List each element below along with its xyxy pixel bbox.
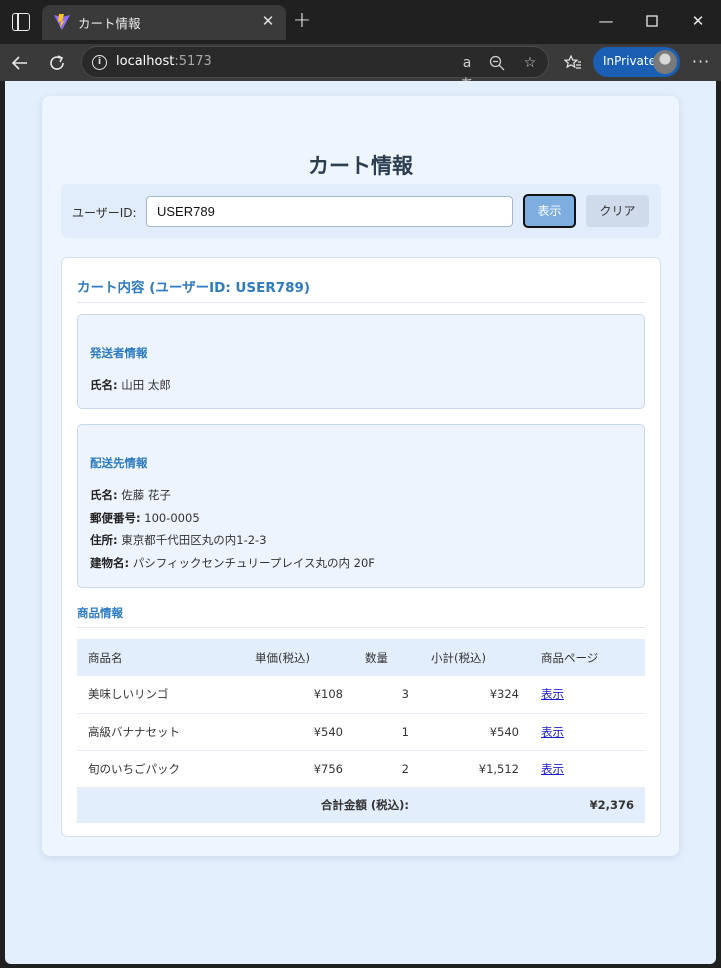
browser-tab-bar: カート情報 ✕ + — ✕	[0, 0, 721, 44]
product-name: 高級バナナセット	[77, 713, 244, 751]
page-title: カート情報	[308, 154, 413, 178]
recipient-title: 配送先情報	[90, 456, 148, 470]
inprivate-label: InPrivate	[603, 54, 656, 68]
favorites-icon[interactable]	[559, 49, 587, 77]
divider	[77, 627, 645, 628]
subtotal: ¥1,512	[420, 750, 530, 788]
zoom-out-icon[interactable]	[486, 52, 508, 74]
table-row: 高級バナナセット ¥540 1 ¥540 表示	[77, 713, 645, 751]
sender-info-box: 発送者情報 氏名: 山田 太郎	[77, 314, 645, 409]
column-header: 単価(税込)	[244, 639, 354, 676]
recipient-name: 氏名: 佐藤 花子	[90, 488, 171, 502]
close-window-icon[interactable]: ✕	[683, 8, 713, 34]
site-info-icon[interactable]: i	[92, 55, 107, 70]
favorite-star-icon[interactable]: ☆	[519, 52, 541, 74]
product-page-cell: 表示	[530, 750, 645, 788]
window-bottom-edge	[0, 964, 721, 968]
total-value: ¥2,376	[420, 787, 645, 823]
recipient-building: 建物名: パシフィックセンチュリープレイス丸の内 20F	[90, 556, 375, 570]
maximize-icon[interactable]	[637, 8, 667, 34]
product-page-link[interactable]: 表示	[541, 762, 564, 776]
read-aloud-icon[interactable]: aあ	[456, 52, 478, 93]
tab-title: カート情報	[78, 16, 141, 31]
page-viewport: カート情報 ユーザーID: 表示 クリア カート内容 (ユーザーID: USER…	[5, 81, 716, 964]
recipient-postal-code: 郵便番号: 100-0005	[90, 511, 200, 525]
clear-button[interactable]: クリア	[586, 195, 649, 227]
more-options-icon[interactable]: ···	[688, 49, 714, 77]
recipient-address: 住所: 東京都千代田区丸の内1-2-3	[90, 533, 267, 547]
column-header: 数量	[354, 639, 420, 676]
quantity: 2	[354, 750, 420, 788]
browser-tab[interactable]: カート情報 ✕	[42, 5, 286, 40]
total-label: 合計金額 (税込):	[77, 787, 420, 823]
table-row: 美味しいリンゴ ¥108 3 ¥324 表示	[77, 676, 645, 714]
product-page-link[interactable]: 表示	[541, 725, 564, 739]
recipient-info-box: 配送先情報 氏名: 佐藤 花子 郵便番号: 100-0005 住所: 東京都千代…	[77, 424, 645, 588]
products-title: 商品情報	[77, 606, 123, 620]
address-bar[interactable]: i localhost:5173 aあ ☆	[81, 46, 549, 93]
profile-avatar	[653, 50, 677, 74]
cart-heading: カート内容 (ユーザーID: USER789)	[77, 280, 311, 296]
product-page-link[interactable]: 表示	[541, 687, 564, 701]
subtotal: ¥324	[420, 676, 530, 714]
refresh-icon[interactable]	[43, 49, 71, 77]
new-tab-icon[interactable]: +	[290, 10, 314, 34]
product-page-cell: 表示	[530, 713, 645, 751]
url-text: localhost:5173	[116, 54, 212, 69]
divider	[77, 302, 645, 303]
minimize-icon[interactable]: —	[591, 8, 621, 34]
user-id-label: ユーザーID:	[72, 206, 137, 220]
quantity: 1	[354, 713, 420, 751]
cart-content-panel: カート内容 (ユーザーID: USER789) 発送者情報 氏名: 山田 太郎 …	[61, 257, 661, 837]
quantity: 3	[354, 676, 420, 714]
back-icon[interactable]	[6, 49, 34, 77]
table-header-row: 商品名 単価(税込) 数量 小計(税込) 商品ページ	[77, 639, 645, 676]
sender-name: 氏名: 山田 太郎	[90, 378, 171, 392]
user-search-form: ユーザーID: 表示 クリア	[61, 184, 661, 238]
product-name: 旬のいちごパック	[77, 750, 244, 788]
show-button[interactable]: 表示	[523, 194, 576, 228]
subtotal: ¥540	[420, 713, 530, 751]
unit-price: ¥108	[244, 676, 354, 714]
column-header: 商品ページ	[530, 639, 645, 676]
user-id-input[interactable]	[146, 196, 513, 227]
product-page-cell: 表示	[530, 676, 645, 714]
product-name: 美味しいリンゴ	[77, 676, 244, 714]
unit-price: ¥540	[244, 713, 354, 751]
products-table: 商品名 単価(税込) 数量 小計(税込) 商品ページ 美味しいリンゴ ¥108 …	[77, 639, 645, 823]
total-row: 合計金額 (税込): ¥2,376	[77, 787, 645, 823]
unit-price: ¥756	[244, 750, 354, 788]
cart-card: カート情報 ユーザーID: 表示 クリア カート内容 (ユーザーID: USER…	[42, 96, 679, 856]
browser-toolbar: i localhost:5173 aあ ☆ InPrivate ···	[0, 44, 721, 93]
sender-title: 発送者情報	[90, 346, 148, 360]
column-header: 小計(税込)	[420, 639, 530, 676]
tab-close-icon[interactable]: ✕	[258, 11, 278, 31]
vite-favicon-icon	[54, 14, 70, 30]
tab-actions-icon[interactable]	[12, 12, 30, 31]
table-row: 旬のいちごパック ¥756 2 ¥1,512 表示	[77, 750, 645, 788]
inprivate-button[interactable]: InPrivate	[593, 47, 680, 77]
column-header: 商品名	[77, 639, 244, 676]
